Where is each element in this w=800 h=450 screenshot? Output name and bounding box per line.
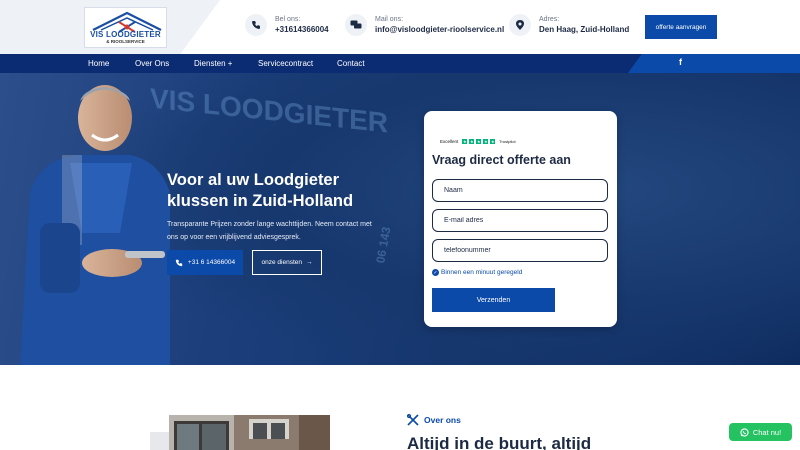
address-value: Den Haag, Zuid-Holland xyxy=(539,25,630,34)
star-icon: ★ xyxy=(490,138,496,144)
star-icon: ★ xyxy=(483,138,489,144)
tools-icon xyxy=(407,414,419,426)
nav-home[interactable]: Home xyxy=(88,54,109,73)
hero-call-button[interactable]: +31 6 14366004 xyxy=(167,250,243,275)
mail-label: Mail ons: xyxy=(375,16,404,23)
address-contact: Adres: Den Haag, Zuid-Holland xyxy=(509,14,629,36)
hero-title: Voor al uw Loodgieter klussen in Zuid-Ho… xyxy=(167,171,354,210)
nav-servicecontract[interactable]: Servicecontract xyxy=(258,54,313,73)
phone-icon xyxy=(175,259,183,266)
phone-icon xyxy=(245,14,267,36)
map-pin-icon xyxy=(509,14,531,36)
nav-accent-shape xyxy=(628,54,800,73)
email-field[interactable] xyxy=(432,209,608,232)
request-quote-button[interactable]: offerte aanvragen xyxy=(645,15,717,39)
about-tag: Over ons xyxy=(407,414,461,426)
facebook-icon[interactable]: f xyxy=(679,57,682,67)
main-navigation: Home Over Ons Diensten + Servicecontract… xyxy=(0,54,800,73)
arrow-right-icon: → xyxy=(305,259,313,266)
hero-subtitle: Transparante Prijzen zonder lange wachtt… xyxy=(167,221,372,241)
building-image xyxy=(169,415,330,450)
logo-title: VIS LOODGIETER xyxy=(90,30,161,39)
about-tag-label: Over ons xyxy=(424,415,461,425)
nav-diensten[interactable]: Diensten + xyxy=(194,54,232,73)
site-logo[interactable]: VIS LOODGIETER & RIOOLSERVICE xyxy=(84,7,167,48)
chat-bubbles-icon xyxy=(345,14,367,36)
trustpilot-rating-label: Excellent xyxy=(440,139,459,144)
plumber-photo xyxy=(20,85,170,365)
form-note: ✓ Binnen een minuut geregeld xyxy=(432,269,522,276)
phone-contact[interactable]: Bel ons: +31614366004 xyxy=(245,14,329,36)
mail-contact[interactable]: Mail ons: info@visloodgieter-rioolservic… xyxy=(345,14,504,36)
star-icon: ★ xyxy=(469,138,475,144)
hero-services-button[interactable]: onze diensten → xyxy=(252,250,322,275)
trustpilot-brand: Trustpilot xyxy=(499,139,516,144)
phone-field[interactable] xyxy=(432,239,608,262)
star-icon: ★ xyxy=(462,138,468,144)
hero-services-label: onze diensten xyxy=(261,259,302,266)
form-title: Vraag direct offerte aan xyxy=(432,153,571,167)
chat-label: Chat nu! xyxy=(752,427,782,437)
nav-over-ons[interactable]: Over Ons xyxy=(135,54,169,73)
top-header: VIS LOODGIETER & RIOOLSERVICE Bel ons: +… xyxy=(0,0,800,54)
info-icon: ✓ xyxy=(432,269,439,276)
mail-value[interactable]: info@visloodgieter-rioolservice.nl xyxy=(375,25,504,34)
form-note-text: Binnen een minuut geregeld xyxy=(441,269,523,276)
whatsapp-icon xyxy=(740,427,749,437)
phone-value[interactable]: +31614366004 xyxy=(275,25,329,34)
address-label: Adres: xyxy=(539,16,560,23)
submit-button[interactable]: Verzenden xyxy=(432,288,555,312)
whatsapp-chat-button[interactable]: Chat nu! xyxy=(729,423,792,441)
about-photo xyxy=(169,415,330,450)
about-heading: Altijd in de buurt, altijd xyxy=(407,434,592,450)
logo-subtitle: & RIOOLSERVICE xyxy=(106,39,145,44)
about-image-edge xyxy=(150,432,169,450)
name-field[interactable] xyxy=(432,179,608,202)
star-icon: ★ xyxy=(476,138,482,144)
hero-call-label: +31 6 14366004 xyxy=(187,259,236,266)
nav-contact[interactable]: Contact xyxy=(337,54,365,73)
phone-label: Bel ons: xyxy=(275,16,301,23)
hero-section: VIS LOODGIETER 06 143 Voor al uw Loodgie… xyxy=(0,73,800,365)
trustpilot-badge[interactable]: Excellent ★ ★ ★ ★ ★ Trustpilot xyxy=(440,139,516,144)
